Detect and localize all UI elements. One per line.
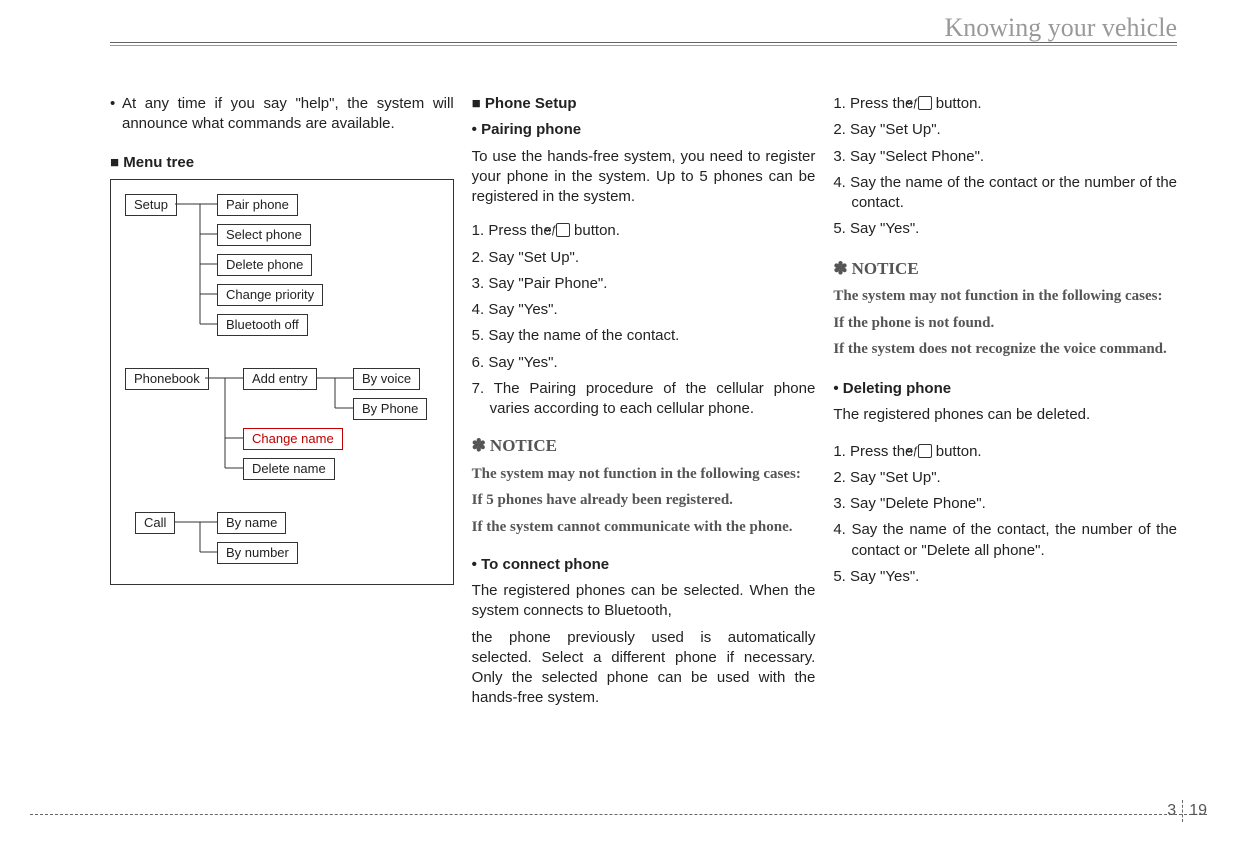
tree-node-call: Call xyxy=(135,512,175,534)
tree-node-by-name: By name xyxy=(217,512,286,534)
to-connect-heading: • To connect phone xyxy=(472,555,816,575)
select-step-5: 5. Say "Yes". xyxy=(833,219,1177,239)
tree-node-add-entry: Add entry xyxy=(243,368,317,390)
notice-1: ✽NOTICE xyxy=(472,435,816,458)
column-3: 1. Press the «ƒ button. 2. Say "Set Up".… xyxy=(833,94,1177,715)
tree-node-by-phone: By Phone xyxy=(353,398,427,420)
notice-2-line3: If the system does not recognize the voi… xyxy=(833,339,1177,359)
delete-step-4: 4. Say the name of the contact, the numb… xyxy=(833,520,1177,561)
pair-step-2: 2. Say "Set Up". xyxy=(472,248,816,268)
select-step-1: 1. Press the «ƒ button. xyxy=(833,94,1177,114)
footer-rule xyxy=(30,814,1207,815)
section-number: 3 xyxy=(1167,800,1183,822)
to-connect-p1: The registered phones can be selected. W… xyxy=(472,581,816,622)
talk-button-icon: «ƒ xyxy=(918,96,932,110)
to-connect-p2: the phone previously used is automatical… xyxy=(472,628,816,709)
pair-step-7: 7. The Pairing procedure of the cellular… xyxy=(472,379,816,420)
pair-step-6: 6. Say "Yes". xyxy=(472,353,816,373)
tree-node-setup: Setup xyxy=(125,194,177,216)
notice-2-line2: If the phone is not found. xyxy=(833,313,1177,333)
notice-label: NOTICE xyxy=(852,259,919,278)
notice-star-icon: ✽ xyxy=(472,436,486,455)
tree-node-by-number: By number xyxy=(217,542,298,564)
tree-node-delete-phone: Delete phone xyxy=(217,254,312,276)
select-step-4: 4. Say the name of the contact or the nu… xyxy=(833,173,1177,214)
tree-node-pair-phone: Pair phone xyxy=(217,194,298,216)
menu-tree-heading: ■ Menu tree xyxy=(110,153,454,173)
talk-button-icon: «ƒ xyxy=(918,444,932,458)
section-title: Knowing your vehicle xyxy=(944,10,1177,45)
page-footer: 3 19 xyxy=(30,814,1207,844)
deleting-intro: The registered phones can be deleted. xyxy=(833,405,1177,425)
select-step-2: 2. Say "Set Up". xyxy=(833,120,1177,140)
deleting-phone-heading: • Deleting phone xyxy=(833,379,1177,399)
delete-step-3: 3. Say "Delete Phone". xyxy=(833,494,1177,514)
column-1: • At any time if you say "help", the sys… xyxy=(110,94,454,715)
pair-step-1b: button. xyxy=(570,222,620,239)
notice-1-line2: If 5 phones have already been registered… xyxy=(472,490,816,510)
pair-step-5: 5. Say the name of the contact. xyxy=(472,326,816,346)
header-rule-inner xyxy=(110,45,1177,46)
delete-step-1: 1. Press the «ƒ button. xyxy=(833,442,1177,462)
pairing-phone-heading: • Pairing phone xyxy=(472,120,816,140)
notice-star-icon: ✽ xyxy=(833,259,847,278)
header-rule-outer xyxy=(110,42,1177,43)
phone-setup-heading: ■ Phone Setup xyxy=(472,94,816,114)
talk-button-icon: «ƒ xyxy=(556,223,570,237)
tree-node-delete-name: Delete name xyxy=(243,458,335,480)
page-header: Knowing your vehicle xyxy=(30,10,1207,48)
tree-node-change-name: Change name xyxy=(243,428,343,450)
tree-node-change-priority: Change priority xyxy=(217,284,323,306)
tree-node-bluetooth-off: Bluetooth off xyxy=(217,314,308,336)
select-step-1b: button. xyxy=(932,95,982,112)
notice-2-line1: The system may not function in the follo… xyxy=(833,286,1177,306)
menu-tree-box: Setup Pair phone Select phone xyxy=(110,179,454,585)
delete-step-1a: 1. Press the xyxy=(833,443,917,460)
columns: • At any time if you say "help", the sys… xyxy=(30,94,1207,715)
delete-step-5: 5. Say "Yes". xyxy=(833,567,1177,587)
tree-group-phonebook: Phonebook Add entry xyxy=(125,368,439,488)
pair-step-1: 1. Press the «ƒ button. xyxy=(472,221,816,241)
pair-step-4: 4. Say "Yes". xyxy=(472,300,816,320)
notice-2: ✽ NOTICE xyxy=(833,258,1177,281)
help-bullet: • At any time if you say "help", the sys… xyxy=(110,94,454,135)
page: Knowing your vehicle • At any time if yo… xyxy=(0,0,1237,862)
select-step-1a: 1. Press the xyxy=(833,95,917,112)
help-text: At any time if you say "help", the syste… xyxy=(122,94,454,135)
notice-1-line1: The system may not function in the follo… xyxy=(472,464,816,484)
tree-node-by-voice: By voice xyxy=(353,368,420,390)
tree-node-select-phone: Select phone xyxy=(217,224,311,246)
pair-step-3: 3. Say "Pair Phone". xyxy=(472,274,816,294)
delete-step-2: 2. Say "Set Up". xyxy=(833,468,1177,488)
pair-step-1a: 1. Press the xyxy=(472,222,556,239)
page-number-value: 19 xyxy=(1189,800,1207,822)
pairing-intro: To use the hands-free system, you need t… xyxy=(472,147,816,208)
tree-group-call: Call By name By number xyxy=(125,512,439,566)
select-step-3: 3. Say "Select Phone". xyxy=(833,147,1177,167)
tree-group-setup: Setup Pair phone Select phone xyxy=(125,194,439,344)
bullet-dot: • xyxy=(110,94,122,135)
column-2: ■ Phone Setup • Pairing phone To use the… xyxy=(472,94,816,715)
notice-label: NOTICE xyxy=(490,436,557,455)
delete-step-1b: button. xyxy=(932,443,982,460)
page-number: 3 19 xyxy=(1167,800,1207,822)
notice-1-line3: If the system cannot communicate with th… xyxy=(472,517,816,537)
